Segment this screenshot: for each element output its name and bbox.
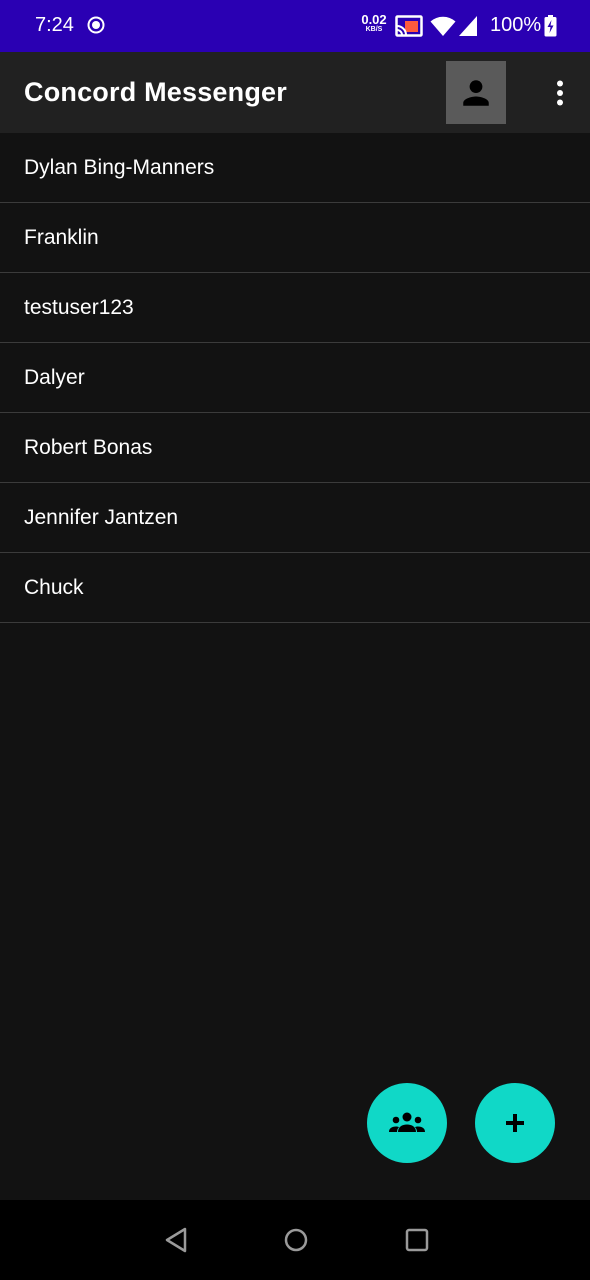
new-group-button[interactable] [367, 1083, 447, 1163]
contact-list: Dylan Bing-Manners Franklin testuser123 … [0, 133, 590, 623]
contact-name: Chuck [24, 575, 84, 599]
contact-item[interactable]: testuser123 [0, 273, 590, 343]
navigation-bar [0, 1200, 590, 1280]
back-icon[interactable] [163, 1226, 189, 1254]
cast-icon [395, 15, 423, 37]
battery-charging-icon [544, 15, 557, 37]
contact-name: Dalyer [24, 365, 85, 389]
status-bar: 7:24 0.02 KB/S 100% [0, 0, 590, 52]
app-title: Concord Messenger [24, 77, 287, 107]
network-speed-value: 0.02 [361, 12, 387, 27]
recents-icon[interactable] [404, 1226, 430, 1254]
contact-name: Dylan Bing-Manners [24, 155, 215, 179]
wifi-icon [430, 16, 456, 36]
network-speed: 0.02 KB/S [360, 13, 388, 33]
add-contact-button[interactable] [475, 1083, 555, 1163]
signal-icon [459, 16, 477, 36]
contact-name: Robert Bonas [24, 435, 153, 459]
home-icon[interactable] [283, 1226, 309, 1254]
contact-item[interactable]: Jennifer Jantzen [0, 483, 590, 553]
contact-item[interactable]: Robert Bonas [0, 413, 590, 483]
group-icon [389, 1112, 425, 1132]
person-icon [463, 79, 489, 106]
contact-item[interactable]: Dalyer [0, 343, 590, 413]
contact-name: Franklin [24, 225, 99, 249]
contact-item[interactable]: Franklin [0, 203, 590, 273]
contact-name: testuser123 [24, 295, 134, 319]
profile-button[interactable] [446, 61, 506, 124]
add-icon [506, 1114, 524, 1132]
contact-name: Jennifer Jantzen [24, 505, 179, 529]
record-indicator-icon [87, 16, 105, 34]
more-vert-icon [557, 80, 563, 106]
app-bar: Concord Messenger [0, 52, 590, 133]
contact-item[interactable]: Dylan Bing-Manners [0, 133, 590, 203]
contact-item[interactable]: Chuck [0, 553, 590, 623]
battery-percentage: 100% [490, 14, 542, 36]
network-speed-unit: KB/S [365, 26, 383, 33]
status-time: 7:24 [35, 14, 74, 36]
overflow-menu-button[interactable] [545, 76, 575, 110]
